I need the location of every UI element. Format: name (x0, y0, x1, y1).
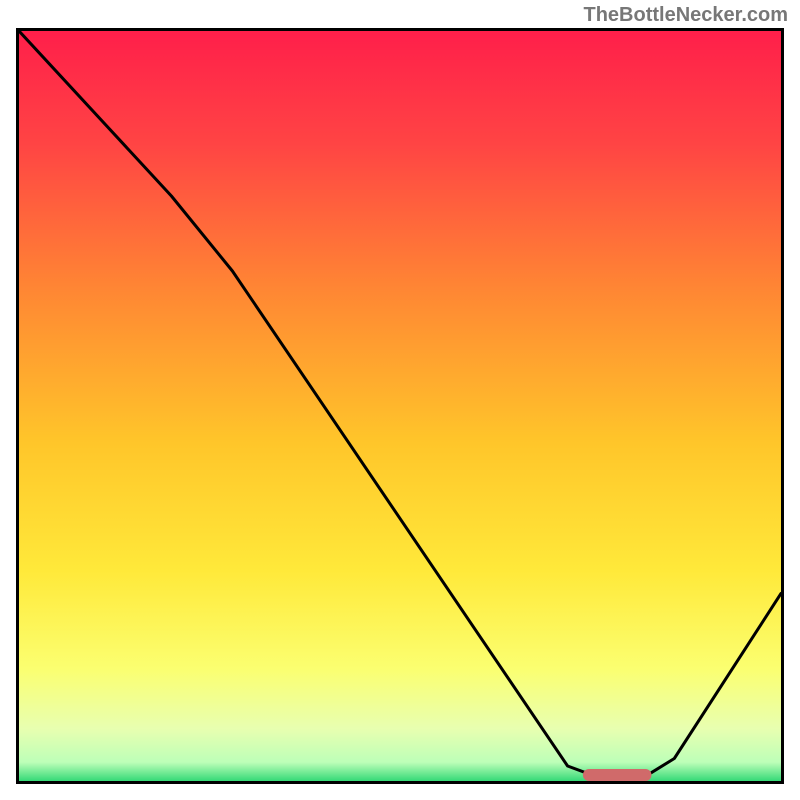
optimal-marker (583, 769, 652, 781)
chart-plot-area (19, 31, 781, 781)
watermark-text: TheBottleNecker.com (583, 4, 788, 27)
chart-svg (19, 31, 781, 781)
chart-background-gradient (19, 31, 781, 781)
chart-frame (16, 28, 784, 784)
